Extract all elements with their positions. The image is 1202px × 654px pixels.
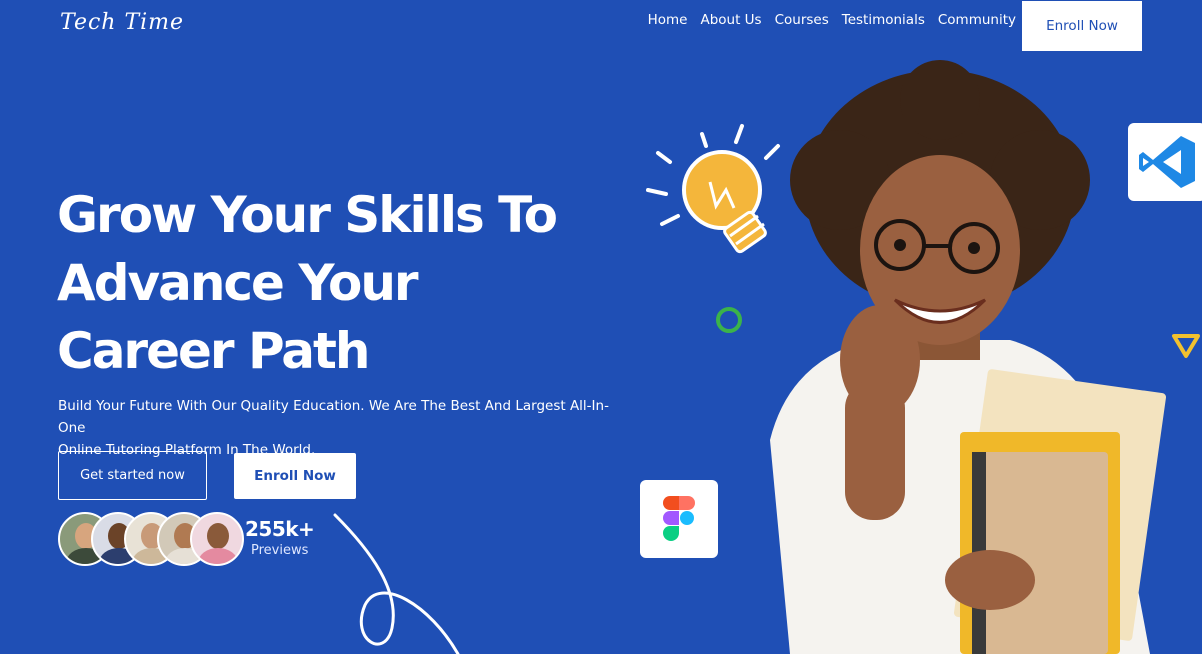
previews-stat: 255k+ Previews	[245, 517, 315, 558]
vscode-tile	[1128, 123, 1202, 201]
figma-icon	[663, 496, 695, 541]
nav-about-link[interactable]: About Us	[700, 12, 761, 28]
hero-subtitle-line-1: Build Your Future With Our Quality Educa…	[58, 398, 609, 436]
squiggle-decoration	[333, 513, 460, 654]
nav-courses-link[interactable]: Courses	[775, 12, 829, 28]
avatar	[190, 512, 244, 566]
main-nav: Home About Us Courses Testimonials Commu…	[648, 12, 1016, 28]
hero-title-line-1: Grow Your Skills To	[57, 186, 558, 244]
figma-tile	[640, 480, 718, 558]
previews-label: Previews	[251, 543, 309, 558]
vscode-icon	[1139, 136, 1195, 188]
student-avatars	[58, 512, 248, 568]
ring-decoration	[716, 307, 742, 333]
hero-title-line-3: Career Path	[57, 322, 371, 380]
nav-community-link[interactable]: Community	[938, 12, 1016, 28]
nav-testimonials-link[interactable]: Testimonials	[842, 12, 925, 28]
hero-title-line-2: Advance Your	[57, 254, 419, 312]
brand-logo[interactable]: Tech Time	[60, 10, 184, 35]
hero-title: Grow Your Skills To Advance Your Career …	[57, 181, 627, 385]
get-started-button[interactable]: Get started now	[58, 451, 207, 500]
hero-enroll-button[interactable]: Enroll Now	[234, 453, 356, 499]
nav-enroll-button[interactable]: Enroll Now	[1022, 1, 1142, 51]
nav-home-link[interactable]: Home	[648, 12, 688, 28]
previews-count: 255k+	[245, 517, 315, 541]
